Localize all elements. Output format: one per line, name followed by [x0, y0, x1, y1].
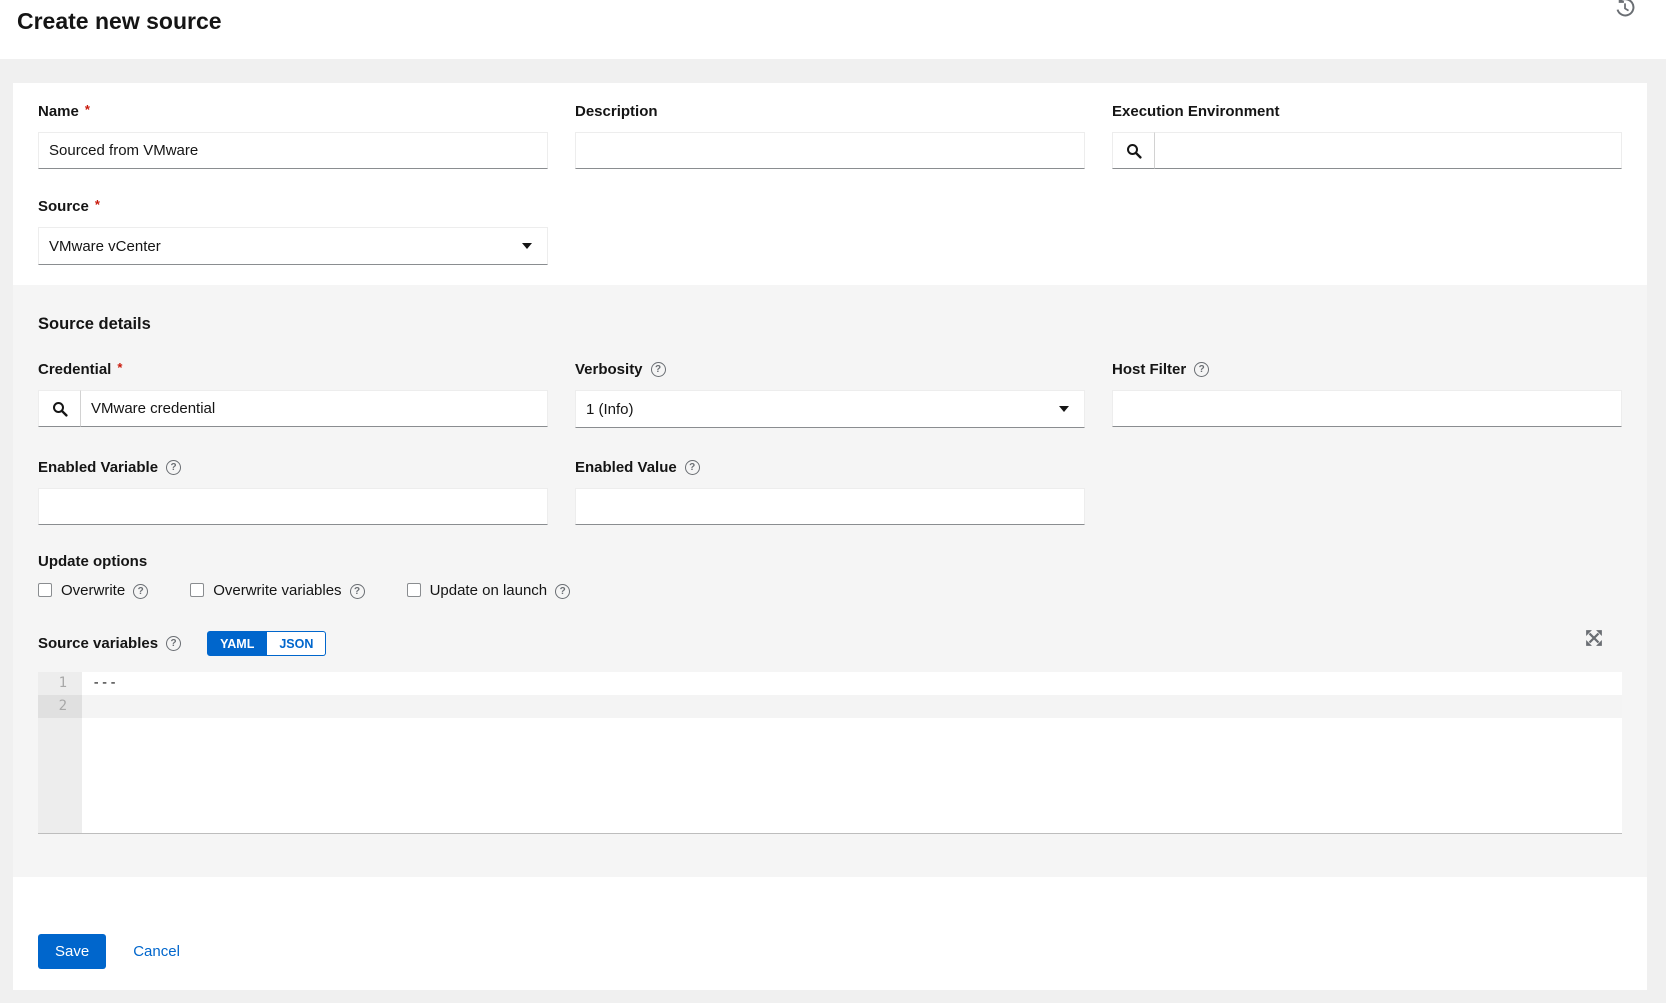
question-circle-icon[interactable]: ? [684, 460, 700, 475]
question-circle-icon[interactable]: ? [133, 584, 149, 599]
source-variables-label: Source variables ? [38, 636, 182, 651]
save-button[interactable]: Save [38, 934, 107, 969]
host-filter-field-group: Host Filter ? [1112, 362, 1622, 428]
line-number: 2 [38, 695, 82, 718]
host-filter-label: Host Filter ? [1112, 362, 1622, 377]
form-top-section: Name * Description Execution Environment [13, 83, 1647, 285]
enabled-variable-label: Enabled Variable ? [38, 460, 548, 475]
required-asterisk: * [117, 360, 123, 375]
form-actions: Save Cancel [13, 877, 1647, 969]
variables-format-toggle: YAML JSON [207, 631, 327, 656]
page-header: Create new source [0, 0, 1666, 59]
verbosity-field-group: Verbosity ? 1 (Info) [575, 362, 1085, 428]
verbosity-label: Verbosity ? [575, 362, 1085, 377]
source-select[interactable]: VMware vCenter [38, 227, 548, 265]
page-title: Create new source [17, 8, 222, 34]
required-asterisk: * [94, 197, 100, 212]
description-input[interactable] [575, 132, 1085, 169]
update-on-launch-checkbox[interactable] [406, 583, 421, 597]
host-filter-input[interactable] [1112, 390, 1622, 427]
search-icon[interactable] [38, 390, 81, 427]
expand-arrows-icon[interactable] [1585, 629, 1603, 647]
cancel-button[interactable]: Cancel [133, 943, 180, 960]
source-details-section: Source details Credential * VMware crede… [13, 285, 1647, 877]
source-details-heading: Source details [38, 315, 151, 333]
execution-environment-input[interactable] [1155, 132, 1622, 169]
overwrite-checkbox[interactable] [38, 583, 52, 597]
source-variables-editor: 1 2 --- [38, 672, 1622, 834]
editor-line: --- [92, 675, 118, 691]
question-circle-icon[interactable]: ? [166, 636, 182, 651]
description-field-group: Description [575, 104, 1085, 169]
execution-environment-field-group: Execution Environment [1112, 104, 1622, 169]
overwrite-variables-checkbox[interactable] [190, 583, 205, 597]
editor-code-area[interactable]: --- [82, 672, 1622, 833]
verbosity-select-value: 1 (Info) [586, 400, 634, 418]
name-label: Name * [38, 102, 90, 120]
update-options-heading: Update options [38, 553, 148, 570]
overwrite-label: Overwrite [61, 582, 126, 599]
enabled-variable-field-group: Enabled Variable ? [38, 460, 548, 525]
update-on-launch-label: Update on launch [429, 582, 548, 599]
enabled-variable-input[interactable] [38, 488, 548, 525]
source-label: Source * [38, 197, 100, 215]
description-label: Description [575, 103, 658, 120]
update-on-launch-option: Update on launch ? [406, 582, 571, 599]
question-circle-icon[interactable]: ? [166, 460, 182, 475]
history-icon[interactable] [1614, 0, 1636, 19]
overwrite-variables-label: Overwrite variables [213, 582, 342, 599]
source-field-group: Source * VMware vCenter [38, 197, 548, 265]
line-number: 1 [58, 675, 67, 691]
verbosity-select[interactable]: 1 (Info) [575, 390, 1085, 428]
credential-label: Credential * [38, 360, 123, 378]
enabled-value-input[interactable] [575, 488, 1085, 525]
overwrite-option: Overwrite ? [38, 582, 149, 599]
credential-field-group: Credential * [38, 360, 548, 428]
create-source-form-card: Name * Description Execution Environment [13, 83, 1647, 990]
search-icon[interactable] [1112, 132, 1155, 169]
required-asterisk: * [84, 102, 90, 117]
question-circle-icon[interactable]: ? [555, 584, 571, 599]
yaml-toggle-button[interactable]: YAML [207, 631, 268, 656]
caret-down-icon [522, 243, 532, 249]
json-toggle-button[interactable]: JSON [267, 631, 327, 656]
enabled-value-field-group: Enabled Value ? [575, 460, 1085, 525]
credential-input[interactable] [81, 390, 548, 427]
enabled-value-label: Enabled Value ? [575, 460, 1085, 475]
execution-environment-label: Execution Environment [1112, 103, 1280, 120]
overwrite-variables-option: Overwrite variables ? [190, 582, 365, 599]
caret-down-icon [1059, 406, 1069, 412]
source-variables-row: Source variables ? YAML JSON [38, 631, 1622, 656]
source-select-value: VMware vCenter [49, 237, 161, 255]
question-circle-icon[interactable]: ? [650, 362, 666, 377]
question-circle-icon[interactable]: ? [1194, 362, 1210, 377]
name-input[interactable] [38, 132, 548, 169]
editor-line [82, 695, 1622, 718]
name-field-group: Name * [38, 102, 548, 169]
editor-line-number-gutter: 1 2 [38, 672, 82, 833]
question-circle-icon[interactable]: ? [349, 584, 365, 599]
update-options-group: Update options Overwrite ? Overwrite var… [38, 553, 1622, 599]
